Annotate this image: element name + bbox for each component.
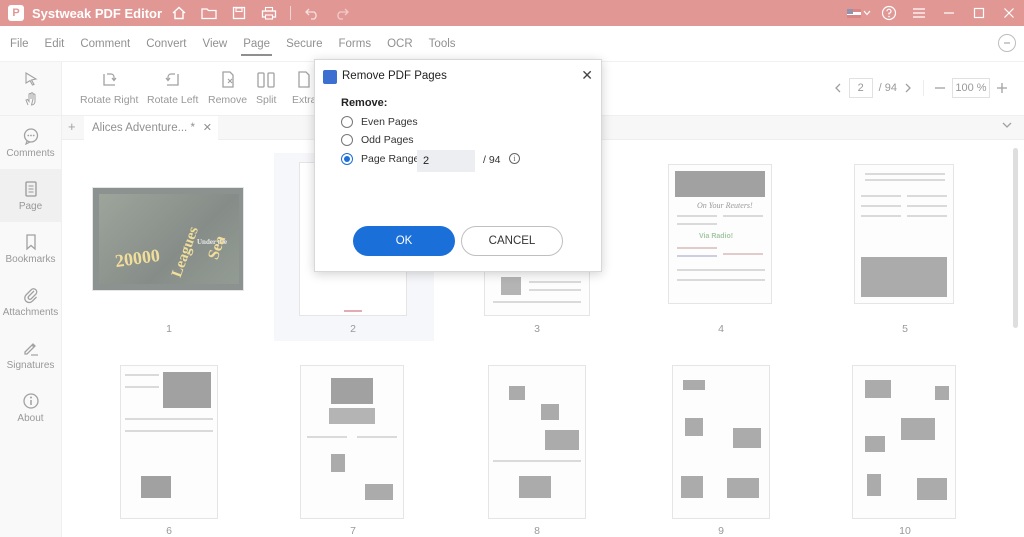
cancel-button[interactable]: CANCEL xyxy=(461,226,563,256)
info-icon[interactable]: i xyxy=(509,153,520,164)
page-range-total: / 94 xyxy=(483,154,501,166)
close-icon[interactable]: ✕ xyxy=(581,67,593,84)
page-range-radio[interactable] xyxy=(341,153,353,165)
remove-label: Remove: xyxy=(341,97,388,109)
even-pages-label: Even Pages xyxy=(361,116,418,128)
odd-pages-option[interactable]: Odd Pages xyxy=(341,134,414,146)
even-pages-radio[interactable] xyxy=(341,116,353,128)
remove-pages-icon xyxy=(323,70,337,84)
page-range-option[interactable]: Page Range: xyxy=(341,153,422,165)
page-range-label: Page Range: xyxy=(361,153,423,165)
page-range-input[interactable] xyxy=(417,150,475,172)
ok-button[interactable]: OK xyxy=(353,226,455,256)
remove-pages-dialog: Remove PDF Pages ✕ Remove: Even Pages Od… xyxy=(314,59,602,272)
even-pages-option[interactable]: Even Pages xyxy=(341,116,418,128)
dialog-title: Remove PDF Pages xyxy=(342,70,447,82)
odd-pages-label: Odd Pages xyxy=(361,134,414,146)
odd-pages-radio[interactable] xyxy=(341,134,353,146)
